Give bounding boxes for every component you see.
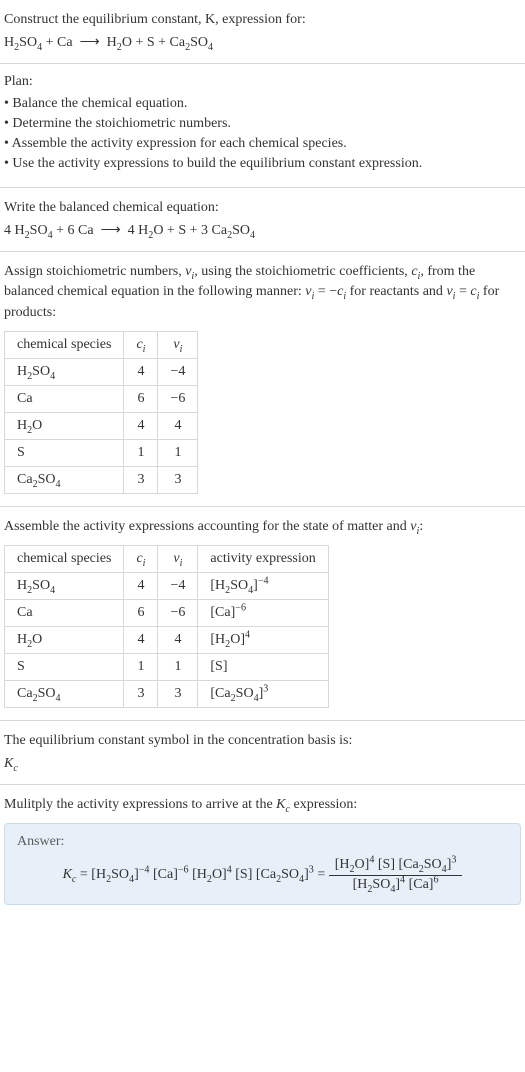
stoich-header-ci: ci (124, 331, 158, 358)
plan-title: Plan: (4, 74, 521, 90)
cell-vi: −6 (158, 385, 198, 412)
table-row: Ca 6 −6 (5, 385, 198, 412)
answer-expression: Kc = [H2SO4]−4 [Ca]−6 [H2O]4 [S] [Ca2SO4… (17, 856, 508, 895)
cell-activity: [Ca2SO4]3 (198, 681, 328, 708)
activity-header-act: activity expression (198, 546, 328, 573)
table-row: Ca 6 −6 [Ca]−6 (5, 600, 329, 627)
stoich-header-vi: νi (158, 331, 198, 358)
cell-ci: 3 (124, 681, 158, 708)
plan-item: Assemble the activity expression for eac… (4, 134, 521, 154)
activity-table: chemical species ci νi activity expressi… (4, 545, 329, 708)
activity-header-vi: νi (158, 546, 198, 573)
cell-ci: 4 (124, 573, 158, 600)
cell-vi: −6 (158, 600, 198, 627)
answer-label: Answer: (17, 834, 508, 850)
cell-activity: [H2O]4 (198, 627, 328, 654)
cell-vi: −4 (158, 573, 198, 600)
cell-vi: −4 (158, 358, 198, 385)
table-row: S 1 1 [S] (5, 654, 329, 681)
cell-activity: [S] (198, 654, 328, 681)
cell-species: H2SO4 (5, 573, 124, 600)
balanced-equation: 4 H2SO4 + 6 Ca ⟶ 4 H2O + S + 3 Ca2SO4 (4, 222, 521, 239)
cell-species: Ca2SO4 (5, 681, 124, 708)
table-row: H2O 4 4 [H2O]4 (5, 627, 329, 654)
kc-symbol: Kc (4, 756, 521, 772)
cell-activity: [Ca]−6 (198, 600, 328, 627)
cell-species: Ca2SO4 (5, 466, 124, 493)
cell-ci: 1 (124, 439, 158, 466)
kc-symbol-intro: The equilibrium constant symbol in the c… (4, 731, 521, 751)
table-row: H2SO4 4 −4 (5, 358, 198, 385)
final-intro: Mulitply the activity expressions to arr… (4, 795, 521, 815)
stoich-header-species: chemical species (5, 331, 124, 358)
cell-ci: 1 (124, 654, 158, 681)
cell-vi: 3 (158, 681, 198, 708)
cell-species: S (5, 654, 124, 681)
activity-header-species: chemical species (5, 546, 124, 573)
prompt-text: Construct the equilibrium constant, K, e… (4, 10, 521, 30)
input-equation: H2SO4 + Ca ⟶ H2O + S + Ca2SO4 (4, 34, 521, 51)
cell-vi: 1 (158, 654, 198, 681)
stoich-table: chemical species ci νi H2SO4 4 −4 Ca 6 −… (4, 331, 198, 494)
cell-ci: 6 (124, 600, 158, 627)
cell-ci: 4 (124, 358, 158, 385)
cell-vi: 3 (158, 466, 198, 493)
cell-activity: [H2SO4]−4 (198, 573, 328, 600)
table-row: Ca2SO4 3 3 [Ca2SO4]3 (5, 681, 329, 708)
table-row: S 1 1 (5, 439, 198, 466)
activity-header-ci: ci (124, 546, 158, 573)
table-row: H2SO4 4 −4 [H2SO4]−4 (5, 573, 329, 600)
cell-species: H2O (5, 627, 124, 654)
cell-vi: 4 (158, 627, 198, 654)
table-row: Ca2SO4 3 3 (5, 466, 198, 493)
cell-species: Ca (5, 385, 124, 412)
answer-box: Answer: Kc = [H2SO4]−4 [Ca]−6 [H2O]4 [S]… (4, 823, 521, 906)
activity-intro: Assemble the activity expressions accoun… (4, 517, 521, 537)
cell-ci: 4 (124, 627, 158, 654)
cell-species: H2SO4 (5, 358, 124, 385)
stoich-intro: Assign stoichiometric numbers, νi, using… (4, 262, 521, 323)
plan-list: Balance the chemical equation. Determine… (4, 94, 521, 175)
table-row: H2O 4 4 (5, 412, 198, 439)
cell-ci: 4 (124, 412, 158, 439)
cell-species: H2O (5, 412, 124, 439)
cell-species: Ca (5, 600, 124, 627)
cell-vi: 1 (158, 439, 198, 466)
cell-ci: 6 (124, 385, 158, 412)
balanced-intro: Write the balanced chemical equation: (4, 198, 521, 218)
plan-item: Determine the stoichiometric numbers. (4, 114, 521, 134)
cell-vi: 4 (158, 412, 198, 439)
plan-item: Balance the chemical equation. (4, 94, 521, 114)
cell-ci: 3 (124, 466, 158, 493)
cell-species: S (5, 439, 124, 466)
plan-item: Use the activity expressions to build th… (4, 154, 521, 174)
